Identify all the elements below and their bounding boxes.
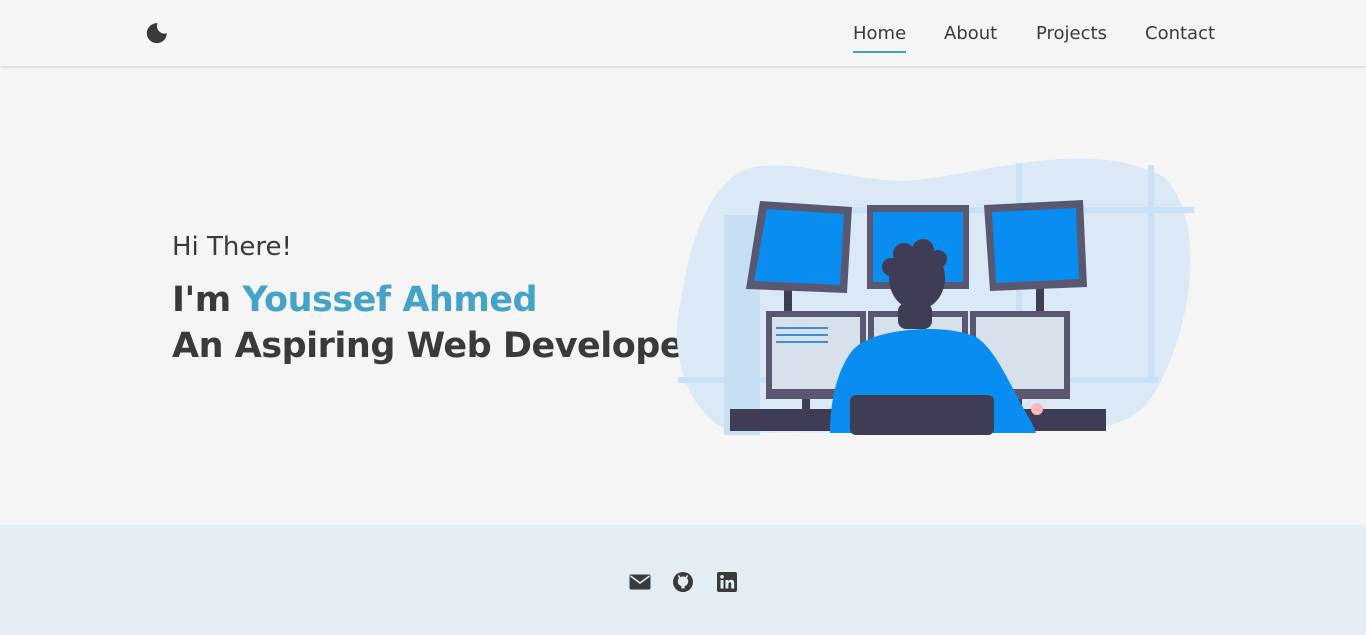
hero-name: Youssef Ahmed — [242, 280, 538, 320]
nav-link-home[interactable]: Home — [853, 22, 907, 53]
greeting: Hi There! — [172, 232, 292, 262]
hero-text: Hi There! I'm Youssef Ahmed An Aspiring W… — [172, 230, 708, 369]
hero-headline: I'm Youssef Ahmed An Aspiring Web Develop… — [172, 277, 708, 369]
hero-tagline: An Aspiring Web Developer. — [172, 326, 708, 366]
intro-prefix: I'm — [172, 280, 243, 320]
nav-link-contact[interactable]: Contact — [1145, 22, 1215, 46]
navbar: Home About Projects Contact — [0, 0, 1366, 66]
nav-link-projects[interactable]: Projects — [1036, 22, 1107, 46]
envelope-icon[interactable] — [628, 570, 652, 594]
linkedin-icon[interactable] — [715, 570, 739, 594]
nav-link-about[interactable]: About — [944, 22, 997, 46]
github-icon[interactable] — [671, 570, 695, 594]
footer — [0, 525, 1366, 635]
nav-links: Home About Projects Contact — [0, 0, 1366, 66]
developer-illustration — [676, 158, 1194, 435]
